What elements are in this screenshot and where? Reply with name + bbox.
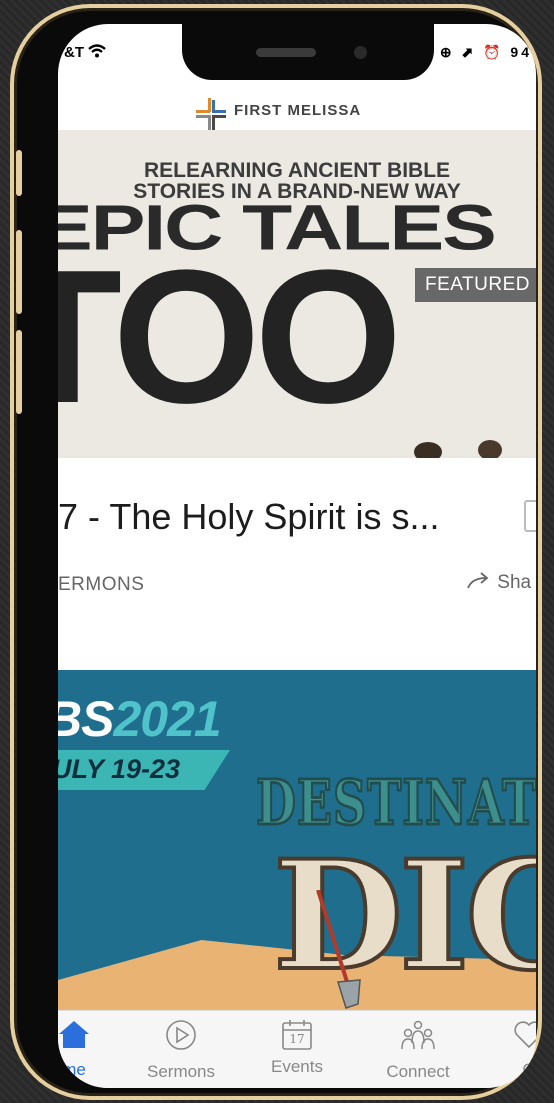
mute-switch: [16, 150, 22, 196]
people-icon: [401, 1020, 435, 1050]
hero-figures-illustration: [414, 440, 502, 458]
bottom-tab-bar: me Sermons 17 Events Connect G: [58, 1010, 536, 1088]
tab-give[interactable]: G: [504, 1019, 536, 1080]
status-carrier: &T: [64, 44, 106, 61]
notch: [182, 24, 434, 80]
heart-icon: [514, 1021, 536, 1049]
shovel-illustration: [316, 890, 361, 1009]
sermon-title[interactable]: 7 - The Holy Spirit is s...: [58, 496, 439, 538]
vbs-dates: ULY 19-23: [58, 754, 181, 784]
front-camera: [354, 46, 367, 59]
tab-sermons-label: Sermons: [146, 1062, 216, 1081]
featured-badge: FEATURED: [415, 268, 536, 302]
tab-home-label: me: [62, 1060, 86, 1079]
share-label: Sha: [497, 572, 532, 593]
tab-events[interactable]: 17 Events: [252, 1019, 342, 1077]
sermon-card[interactable]: 7 - The Holy Spirit is s... ERMONS Sha: [58, 458, 536, 628]
phone-frame: &T ⊕ ⬈ ⏰ 94 FIRST MELISSA RELEARNING ANC…: [10, 4, 542, 1100]
document-icon[interactable]: [524, 500, 536, 532]
church-name: FIRST MELISSA: [234, 102, 362, 119]
screen: &T ⊕ ⬈ ⏰ 94 FIRST MELISSA RELEARNING ANC…: [58, 24, 536, 1088]
featured-sermon-banner[interactable]: RELEARNING ANCIENT BIBLE STORIES IN A BR…: [58, 130, 536, 458]
share-button[interactable]: Sha: [466, 572, 531, 594]
volume-down-button: [16, 330, 22, 414]
vbs-title: BS2021: [58, 690, 222, 748]
speaker-grille: [256, 48, 316, 57]
vbs-event-banner[interactable]: BS2021 ULY 19-23 DESTINATION DIG: [58, 670, 536, 1010]
calendar-day: 17: [289, 1032, 305, 1046]
vbs-year: 2021: [113, 691, 221, 747]
status-indicators: ⊕ ⬈ ⏰ 94: [439, 44, 532, 60]
share-arrow-icon: [467, 572, 489, 589]
home-icon: [59, 1021, 89, 1048]
app-header: FIRST MELISSA: [58, 84, 536, 130]
hero-subtitle-line-1: RELEARNING ANCIENT BIBLE: [143, 159, 451, 182]
vbs-prefix: BS: [58, 691, 114, 747]
church-cross-logo-icon: [196, 98, 226, 130]
tab-home[interactable]: me: [58, 1019, 104, 1080]
sermon-category: ERMONS: [58, 574, 145, 595]
tab-connect-label: Connect: [386, 1062, 450, 1081]
volume-up-button: [16, 230, 22, 314]
play-circle-icon: [166, 1020, 196, 1050]
wifi-icon: [88, 44, 106, 58]
tab-give-label: G: [522, 1060, 536, 1079]
tab-sermons[interactable]: Sermons: [136, 1019, 226, 1082]
tab-events-label: Events: [271, 1057, 323, 1076]
hero-title-line-2: TOO: [58, 231, 402, 443]
tab-connect[interactable]: Connect: [370, 1019, 466, 1082]
calendar-icon: 17: [281, 1019, 313, 1051]
feed-spacer: [58, 628, 536, 670]
